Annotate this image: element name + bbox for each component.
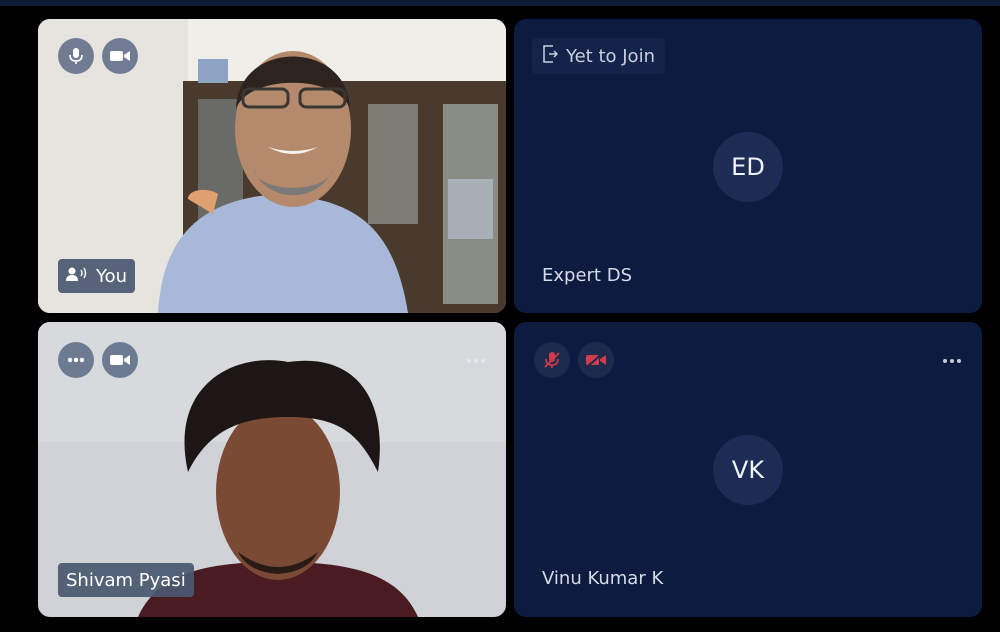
avatar-initials: VK: [731, 456, 765, 484]
participant-name: Expert DS: [542, 265, 632, 286]
more-options-icon[interactable]: [58, 342, 94, 378]
participant-tile-vinu-kumar-k[interactable]: VK Vinu Kumar K: [514, 322, 982, 617]
speaking-icon: [66, 266, 88, 287]
tile-menu-icon[interactable]: [466, 352, 486, 364]
participant-name: Shivam Pyasi: [66, 569, 186, 591]
top-bar: [0, 0, 1000, 6]
join-status-badge: Yet to Join: [532, 38, 665, 74]
avatar: ED: [713, 132, 783, 202]
exit-door-icon: [542, 44, 559, 68]
participant-tile-expert-ds[interactable]: Yet to Join ED Expert DS: [514, 19, 982, 313]
camera-icon[interactable]: [102, 342, 138, 378]
participant-name: You: [96, 265, 128, 287]
join-status-text: Yet to Join: [566, 45, 655, 67]
avatar-initials: ED: [731, 153, 765, 181]
camera-off-icon[interactable]: [578, 342, 614, 378]
avatar: VK: [713, 435, 783, 505]
camera-icon[interactable]: [102, 38, 138, 74]
participant-tile-shivam-pyasi[interactable]: Shivam Pyasi: [38, 322, 506, 617]
participant-tile-you[interactable]: You: [38, 19, 506, 313]
participant-name-tag: Shivam Pyasi: [58, 563, 194, 597]
participant-name-tag: You: [58, 259, 136, 293]
mic-icon[interactable]: [58, 38, 94, 74]
tile-menu-icon[interactable]: [942, 352, 962, 364]
mic-off-icon[interactable]: [534, 342, 570, 378]
participant-name: Vinu Kumar K: [542, 568, 664, 589]
